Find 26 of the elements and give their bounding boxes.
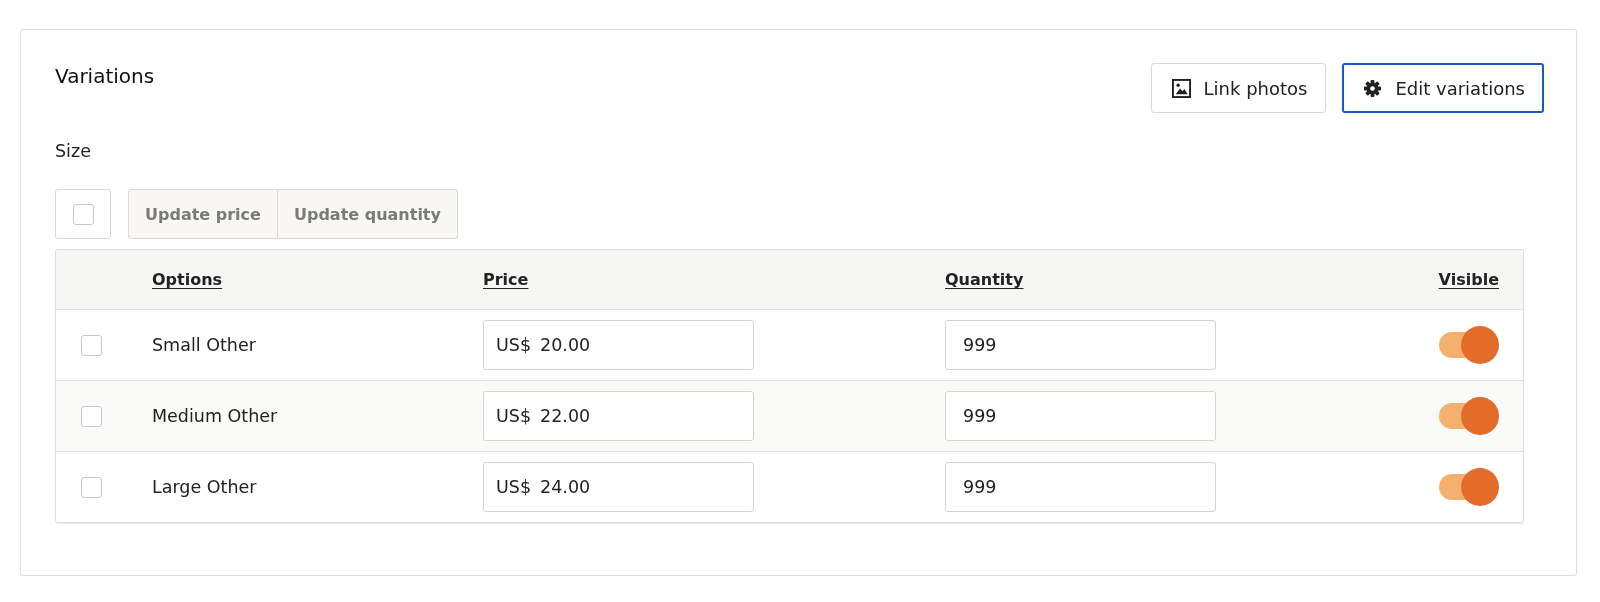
row-checkbox[interactable]	[81, 334, 102, 356]
edit-variations-button[interactable]: Edit variations	[1342, 63, 1544, 113]
visibility-toggle[interactable]	[1439, 326, 1499, 364]
visibility-toggle[interactable]	[1439, 397, 1499, 435]
quantity-field[interactable]: 999	[945, 391, 1216, 441]
option-name: Small Other	[152, 335, 256, 355]
select-all-button[interactable]	[55, 189, 111, 239]
row-checkbox[interactable]	[81, 476, 102, 498]
visibility-toggle[interactable]	[1439, 468, 1499, 506]
visible-header[interactable]: Visible	[1438, 270, 1499, 289]
quantity-field[interactable]: 999	[945, 462, 1216, 512]
price-header[interactable]: Price	[483, 270, 529, 289]
price-field[interactable]: US$ 24.00	[483, 462, 754, 512]
price-field[interactable]: US$ 22.00	[483, 391, 754, 441]
option-name: Medium Other	[152, 406, 278, 426]
price-field[interactable]: US$ 20.00	[483, 320, 754, 370]
section-title: Variations	[55, 63, 155, 90]
image-icon	[1171, 78, 1191, 98]
quantity-header[interactable]: Quantity	[945, 270, 1024, 289]
select-all-checkbox[interactable]	[72, 203, 94, 225]
row-checkbox[interactable]	[81, 405, 102, 427]
link-photos-button[interactable]: Link photos	[1150, 63, 1327, 113]
option-name: Large Other	[152, 477, 257, 497]
property-label: Size	[55, 140, 91, 162]
options-header[interactable]: Options	[152, 270, 223, 289]
quantity-field[interactable]: 999	[945, 320, 1216, 370]
